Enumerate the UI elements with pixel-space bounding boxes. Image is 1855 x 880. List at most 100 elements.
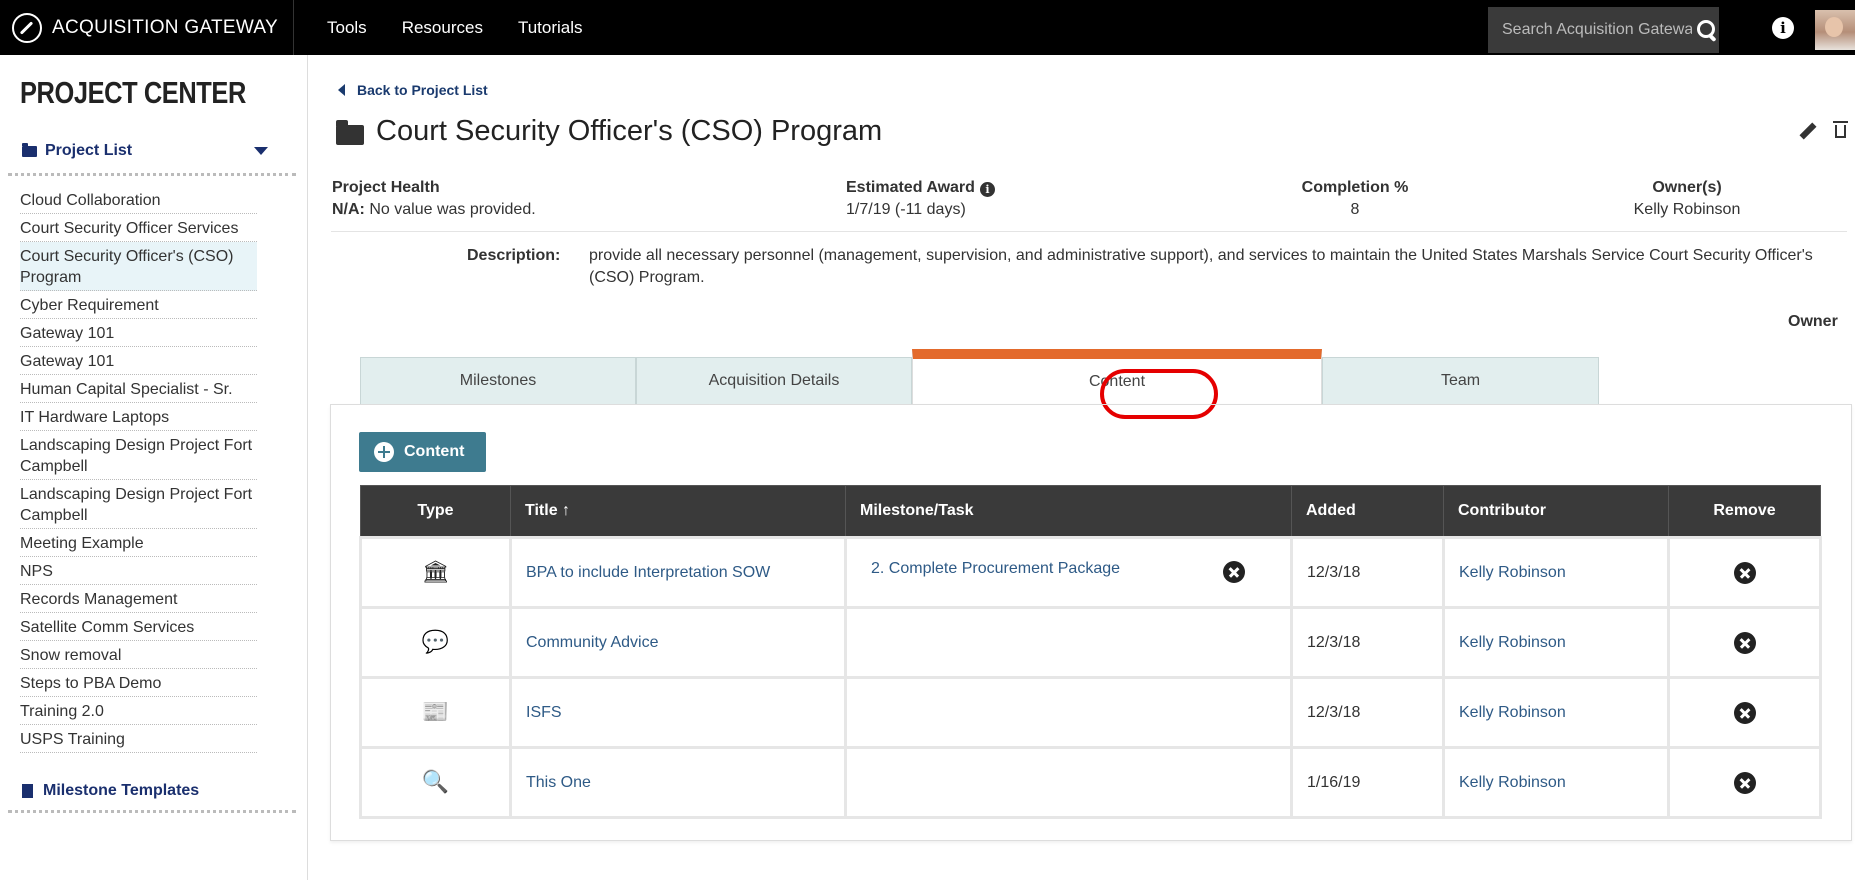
search-box: [1488, 7, 1719, 53]
contributor-cell: Kelly Robinson: [1442, 606, 1670, 679]
search-icon[interactable]: [1696, 19, 1718, 41]
table-row: 📰 ISFS 12/3/18 Kelly Robinson: [359, 676, 1822, 749]
project-health-value: No value was provided.: [369, 201, 536, 218]
added-cell: 12/3/18: [1290, 676, 1445, 749]
sidebar-item-project[interactable]: Satellite Comm Services: [20, 613, 257, 641]
folder-icon: [336, 119, 364, 145]
type-cell: 💬: [359, 606, 512, 679]
sidebar-item-project[interactable]: Cloud Collaboration: [20, 186, 257, 214]
remove-cell: [1667, 746, 1822, 819]
remove-milestone-icon[interactable]: [1223, 561, 1245, 583]
milestone-link[interactable]: 2. Complete Procurement Package: [871, 560, 1120, 577]
tab-acquisition-details[interactable]: Acquisition Details: [636, 357, 912, 404]
sidebar-item-project[interactable]: Cyber Requirement: [20, 291, 257, 319]
divider: [331, 231, 1847, 232]
col-type: Type: [360, 485, 511, 538]
nav-tools[interactable]: Tools: [327, 18, 367, 38]
project-list: Cloud Collaboration Court Security Office…: [20, 186, 257, 753]
completion: Completion % 8: [1290, 177, 1420, 221]
add-content-button[interactable]: Content: [359, 432, 486, 472]
title-cell: BPA to include Interpretation SOW: [509, 536, 847, 609]
contributor-link[interactable]: Kelly Robinson: [1459, 634, 1566, 651]
sidebar-item-project[interactable]: Gateway 101: [20, 319, 257, 347]
owners: Owner(s) Kelly Robinson: [1607, 177, 1767, 221]
milestone-templates-label: Milestone Templates: [43, 782, 200, 799]
contributor-link[interactable]: Kelly Robinson: [1459, 704, 1566, 721]
col-contributor: Contributor: [1443, 485, 1669, 538]
owners-value: Kelly Robinson: [1633, 201, 1741, 218]
nav-resources[interactable]: Resources: [402, 18, 483, 38]
institution-icon: 🏛: [421, 560, 450, 585]
project-list-toggle[interactable]: Project List: [22, 142, 132, 160]
sidebar-item-project[interactable]: Records Management: [20, 585, 257, 613]
content-title-link[interactable]: ISFS: [526, 704, 562, 721]
sidebar-item-project[interactable]: Steps to PBA Demo: [20, 669, 257, 697]
search-input[interactable]: [1502, 21, 1692, 39]
contributor-link[interactable]: Kelly Robinson: [1459, 564, 1566, 581]
project-list-label: Project List: [45, 142, 133, 159]
remove-cell: [1667, 606, 1822, 679]
content-title-link[interactable]: BPA to include Interpretation SOW: [526, 564, 770, 581]
trash-icon[interactable]: [1833, 121, 1848, 138]
tab-bar: Milestones Acquisition Details Content T…: [360, 349, 1822, 419]
owners-label: Owner(s): [1652, 179, 1722, 196]
sidebar-item-project[interactable]: USPS Training: [20, 725, 257, 753]
col-milestone: Milestone/Task: [845, 485, 1292, 538]
divider: [8, 173, 296, 176]
estimated-award-value: 1/7/19 (-11 days): [846, 201, 966, 218]
remove-icon[interactable]: [1733, 631, 1756, 654]
completion-label: Completion %: [1301, 179, 1409, 196]
top-nav: Tools Resources Tutorials: [327, 18, 618, 38]
sidebar-item-project[interactable]: NPS: [20, 557, 257, 585]
nav-tutorials[interactable]: Tutorials: [518, 18, 583, 38]
table-row: 🏛 BPA to include Interpretation SOW 2. Com…: [359, 536, 1822, 609]
content-title-link[interactable]: This One: [526, 774, 591, 791]
avatar[interactable]: [1815, 10, 1855, 50]
folder-icon: [22, 142, 37, 157]
milestone-cell: [844, 746, 1293, 819]
completion-value: 8: [1350, 201, 1360, 218]
type-cell: 🏛: [359, 536, 512, 609]
remove-icon[interactable]: [1733, 561, 1756, 584]
tab-milestones[interactable]: Milestones: [360, 357, 636, 404]
brand[interactable]: ACQUISITION GATEWAY: [0, 0, 294, 55]
type-cell: 🔍: [359, 746, 512, 819]
contributor-link[interactable]: Kelly Robinson: [1459, 774, 1566, 791]
title-cell: This One: [509, 746, 847, 819]
plus-circle-icon: [374, 442, 394, 462]
caret-down-icon[interactable]: [254, 147, 268, 155]
back-to-project-list-link[interactable]: Back to Project List: [338, 82, 488, 98]
remove-icon[interactable]: [1733, 701, 1756, 724]
sidebar-item-project[interactable]: Meeting Example: [20, 529, 257, 557]
title-cell: Community Advice: [509, 606, 847, 679]
tab-team[interactable]: Team: [1322, 357, 1599, 404]
sidebar-item-project[interactable]: Human Capital Specialist - Sr.: [20, 375, 257, 403]
comments-icon: 💬: [421, 630, 450, 655]
info-icon[interactable]: i: [979, 182, 995, 197]
added-cell: 12/3/18: [1290, 606, 1445, 679]
project-health-label: Project Health: [332, 179, 440, 196]
sidebar-item-project[interactable]: IT Hardware Laptops: [20, 403, 257, 431]
table-row: 💬 Community Advice 12/3/18 Kelly Robinson: [359, 606, 1822, 679]
project-health-na: N/A:: [332, 201, 365, 218]
sidebar-item-project[interactable]: Court Security Officer Services: [20, 214, 257, 242]
main-content: Back to Project List Court Security Offi…: [309, 55, 1855, 880]
sidebar-item-project[interactable]: Landscaping Design Project Fort Campbell: [20, 431, 257, 480]
remove-icon[interactable]: [1733, 771, 1756, 794]
content-title-link[interactable]: Community Advice: [526, 634, 659, 651]
sidebar-item-project[interactable]: Training 2.0: [20, 697, 257, 725]
sidebar-item-project[interactable]: Landscaping Design Project Fort Campbell: [20, 480, 257, 529]
estimated-award: Estimated Award i 1/7/19 (-11 days): [846, 177, 995, 221]
divider: [8, 810, 296, 813]
contributor-cell: Kelly Robinson: [1442, 746, 1670, 819]
col-title[interactable]: Title ↑: [510, 485, 846, 538]
brand-name: ACQUISITION GATEWAY: [52, 16, 278, 38]
sidebar-item-project[interactable]: Snow removal: [20, 641, 257, 669]
description-text: provide all necessary personnel (managem…: [589, 247, 1813, 286]
tab-content[interactable]: Content: [912, 349, 1322, 419]
sidebar-item-project[interactable]: Court Security Officer's (CSO) Program: [20, 242, 257, 291]
sidebar-item-project[interactable]: Gateway 101: [20, 347, 257, 375]
info-icon[interactable]: i: [1772, 17, 1794, 39]
pencil-icon[interactable]: [1799, 122, 1817, 140]
milestone-templates-link[interactable]: Milestone Templates: [22, 782, 199, 800]
